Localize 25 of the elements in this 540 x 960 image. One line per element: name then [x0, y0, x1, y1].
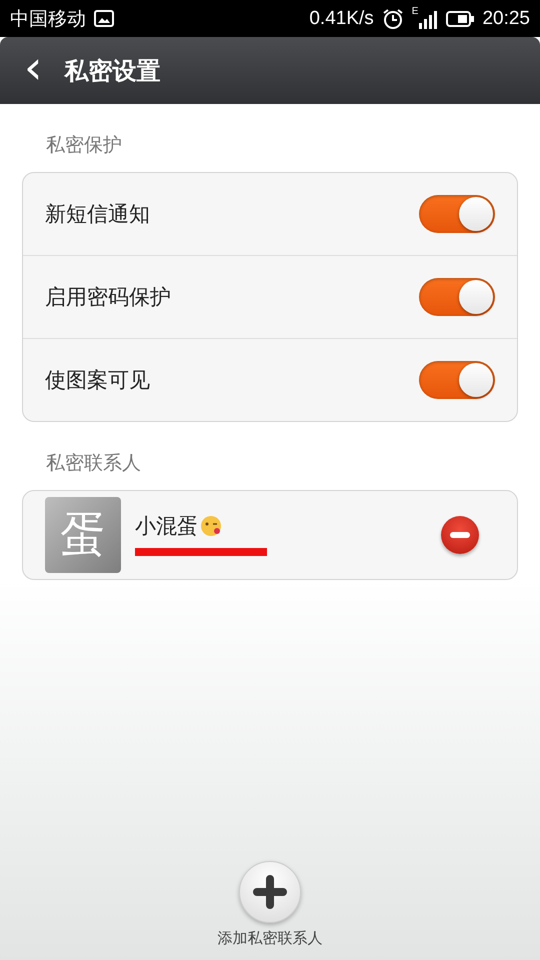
setting-label: 新短信通知 [45, 201, 151, 228]
section-title: 私密联系人 [45, 451, 142, 476]
clock-time: 20:25 [482, 8, 530, 30]
carrier-name: 中国移动 [10, 8, 86, 32]
toggle-switch[interactable] [419, 278, 495, 316]
setting-label: 启用密码保护 [45, 284, 172, 311]
alarm-icon [382, 8, 404, 30]
battery-icon [446, 10, 474, 26]
signal-icon [418, 8, 438, 28]
toggle-switch[interactable] [419, 195, 495, 233]
network-speed: 0.41K/s [309, 8, 374, 30]
remove-button[interactable] [441, 516, 479, 554]
add-contact-button[interactable] [239, 861, 301, 923]
plus-icon [253, 875, 287, 909]
back-button[interactable]: ‹ [20, 44, 46, 98]
toggle-switch[interactable] [419, 361, 495, 399]
section-title: 私密保护 [45, 133, 123, 158]
contact-avatar: 蛋 [45, 497, 121, 573]
contact-name: 小混蛋 [135, 513, 198, 540]
emoji-icon [200, 515, 222, 537]
screen-title: 私密设置 [64, 56, 160, 86]
network-type: E [412, 6, 418, 17]
image-icon [94, 10, 114, 27]
setting-label: 使图案可见 [45, 367, 151, 394]
add-contact-label: 添加私密联系人 [218, 929, 322, 948]
